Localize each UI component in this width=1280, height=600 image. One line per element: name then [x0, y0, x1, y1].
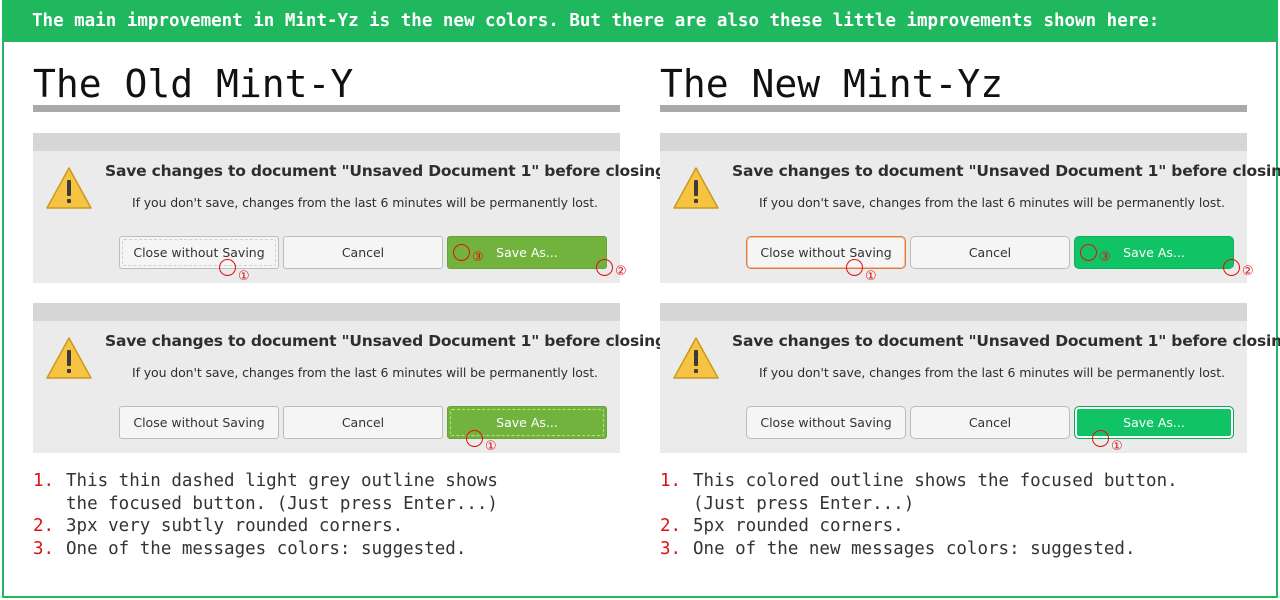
- new-title-rule: [660, 105, 1247, 112]
- new-dialog-save-focused: Save changes to document "Unsaved Docume…: [660, 303, 1280, 453]
- note-text: One of the new messages colors: suggeste…: [693, 538, 1136, 559]
- annotation-number: ①: [1111, 439, 1123, 454]
- dialog-heading: Save changes to document "Unsaved Docume…: [105, 162, 675, 180]
- note-number: 3.: [660, 538, 682, 559]
- dialog-subtext: If you don't save, changes from the last…: [132, 365, 598, 380]
- annotation-number: ②: [1242, 264, 1254, 279]
- dialog-titlebar: [660, 133, 1247, 151]
- annotation-number: ③: [1099, 250, 1111, 265]
- note-text: 5px rounded corners.: [693, 516, 904, 536]
- close-without-saving-button[interactable]: Close without Saving: [746, 406, 906, 439]
- dialog-heading: Save changes to document "Unsaved Docume…: [105, 332, 675, 350]
- note-number: 1.: [660, 471, 682, 491]
- dialog-titlebar: [33, 133, 620, 151]
- cancel-button[interactable]: Cancel: [910, 236, 1070, 269]
- note-text: This thin dashed light grey outline show…: [66, 471, 498, 514]
- annotation-number: ③: [472, 250, 484, 265]
- old-dialog-save-focused: Save changes to document "Unsaved Docume…: [33, 303, 675, 453]
- cancel-button[interactable]: Cancel: [283, 236, 443, 269]
- cancel-button[interactable]: Cancel: [283, 406, 443, 439]
- save-as-button[interactable]: Save As...: [447, 236, 607, 269]
- dialog-subtext: If you don't save, changes from the last…: [759, 195, 1225, 210]
- note-item: 2. 5px rounded corners.: [660, 515, 1178, 538]
- dialog-subtext: If you don't save, changes from the last…: [132, 195, 598, 210]
- note-text: 3px very subtly rounded corners.: [66, 516, 404, 536]
- close-without-saving-button[interactable]: Close without Saving: [119, 236, 279, 269]
- annotation-number: ①: [485, 439, 497, 454]
- annotation-number: ①: [238, 269, 250, 284]
- note-text: This colored outline shows the focused b…: [693, 471, 1178, 514]
- warning-icon: [46, 167, 92, 209]
- annotation-circle: [596, 259, 613, 276]
- dialog-subtext: If you don't save, changes from the last…: [759, 365, 1225, 380]
- annotation-circle: [1223, 259, 1240, 276]
- note-number: 2.: [660, 516, 682, 536]
- annotation-circle: [219, 259, 236, 276]
- close-without-saving-button[interactable]: Close without Saving: [746, 236, 906, 269]
- note-item: 1. This colored outline shows the focuse…: [660, 470, 1178, 515]
- old-notes-list: 1. This thin dashed light grey outline s…: [33, 470, 498, 560]
- note-number: 2.: [33, 516, 55, 536]
- new-title: The New Mint-Yz: [660, 62, 1004, 106]
- note-text: One of the messages colors: suggested.: [66, 538, 467, 559]
- note-number: 1.: [33, 471, 55, 491]
- warning-icon: [46, 337, 92, 379]
- note-item: 3. One of the new messages colors: sugge…: [660, 538, 1178, 561]
- old-title-rule: [33, 105, 620, 112]
- new-notes-list: 1. This colored outline shows the focuse…: [660, 470, 1178, 560]
- old-dialog-close-focused: Save changes to document "Unsaved Docume…: [33, 133, 675, 283]
- note-item: 1. This thin dashed light grey outline s…: [33, 470, 498, 515]
- annotation-number: ②: [615, 264, 627, 279]
- save-as-button[interactable]: Save As...: [1074, 236, 1234, 269]
- note-number: 3.: [33, 538, 55, 559]
- annotation-circle: [1080, 244, 1097, 261]
- annotation-circle: [1092, 430, 1109, 447]
- warning-icon: [673, 337, 719, 379]
- annotation-number: ①: [865, 269, 877, 284]
- annotation-circle: [846, 259, 863, 276]
- old-title: The Old Mint-Y: [33, 62, 354, 106]
- annotation-circle: [466, 430, 483, 447]
- dialog-heading: Save changes to document "Unsaved Docume…: [732, 332, 1280, 350]
- note-item: 3. One of the messages colors: suggested…: [33, 538, 498, 561]
- dialog-titlebar: [660, 303, 1247, 321]
- close-without-saving-button[interactable]: Close without Saving: [119, 406, 279, 439]
- banner: The main improvement in Mint-Yz is the n…: [2, 0, 1278, 42]
- dialog-heading: Save changes to document "Unsaved Docume…: [732, 162, 1280, 180]
- note-item: 2. 3px very subtly rounded corners.: [33, 515, 498, 538]
- annotation-circle: [453, 244, 470, 261]
- warning-icon: [673, 167, 719, 209]
- new-dialog-close-focused: Save changes to document "Unsaved Docume…: [660, 133, 1280, 283]
- dialog-titlebar: [33, 303, 620, 321]
- cancel-button[interactable]: Cancel: [910, 406, 1070, 439]
